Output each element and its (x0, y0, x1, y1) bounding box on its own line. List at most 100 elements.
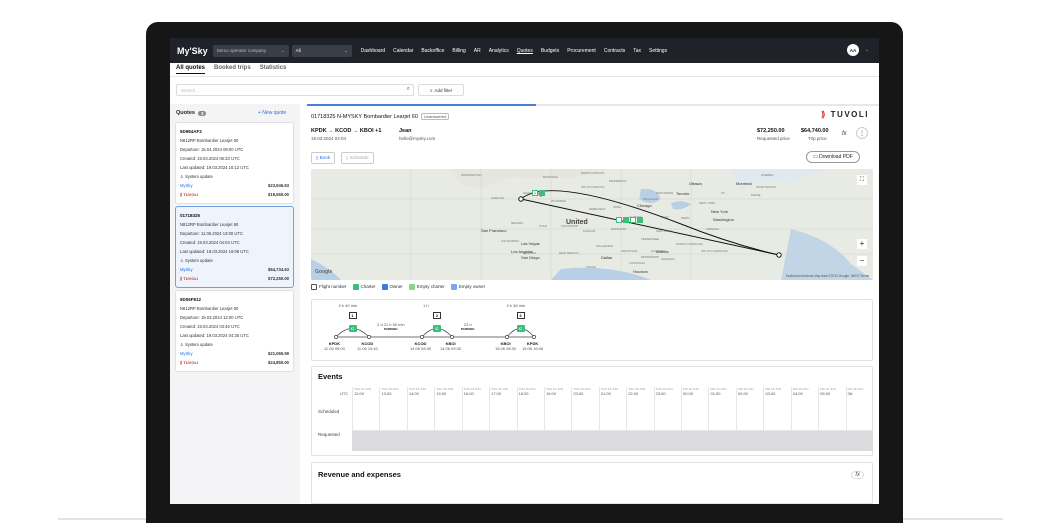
leg-number[interactable]: 1 (348, 312, 357, 319)
schedule-button[interactable]: ▯ Schedule (341, 152, 374, 164)
scope-select[interactable]: All ⌄ (291, 44, 352, 57)
charter-badge[interactable]: C (348, 325, 357, 332)
events-grid[interactable]: THU 15 JUN 12:00 THU 15 JUN 13:00 THU 15 JUN… (352, 387, 873, 451)
map-label: GEORGIA (661, 257, 676, 261)
zoom-in-button[interactable]: + (857, 239, 867, 249)
mysky-price: $64,734.63 (268, 267, 289, 272)
quote-card[interactable]: 5D984AF3 N812RP Bombardier Learjet 60 Depa… (175, 122, 294, 204)
route-map[interactable]: WASHINGTON MONTANA NORTH DAKOTA MINNESOTA OR… (311, 169, 873, 280)
origin-node[interactable]: KPDK 11.06 09:00 (324, 341, 345, 351)
requested-row-fill (352, 431, 873, 451)
zoom-out-button[interactable]: − (857, 256, 867, 266)
quote-tabs: All quotes Booked trips Statistics (176, 65, 286, 74)
user-icon: ♙ (180, 258, 184, 263)
nav-item-billing[interactable]: Billing (452, 48, 465, 54)
legend-label: Empty charter (416, 284, 445, 290)
quote-card[interactable]: 9D06F812 N812RP Bombardier Learjet 60 Depa… (175, 290, 294, 372)
charter-marker[interactable] (637, 217, 643, 223)
destination-node[interactable]: KPDK 15.06 16:08 (522, 341, 543, 351)
quote-id: 9D06F812 (180, 297, 202, 302)
nav-item-contracts[interactable]: Contracts (604, 48, 625, 54)
map-label: MAINE (751, 193, 761, 197)
nav-item-settings[interactable]: Settings (649, 48, 667, 54)
nav-item-backoffice[interactable]: Backoffice (421, 48, 444, 54)
map-label: Washington (713, 217, 734, 222)
mysky-price-row: MySky $23,946.63 (180, 181, 289, 190)
search-input[interactable]: Search... ⌕ (176, 84, 414, 96)
nav-item-analytics[interactable]: Analytics (489, 48, 509, 54)
avatar[interactable]: AA (847, 44, 859, 56)
map-label: San Diego (521, 255, 540, 260)
charter-marker[interactable] (623, 217, 629, 223)
more-options-button[interactable]: ⋮ (856, 127, 868, 139)
download-pdf-button[interactable]: ▭ Download PDF (806, 151, 860, 163)
flight-number-marker[interactable] (616, 217, 622, 223)
column-time: 01:00 (710, 391, 721, 396)
search-icon[interactable]: ⌕ (407, 86, 410, 93)
mysky-price: $21,065.59 (268, 351, 289, 356)
company-select[interactable]: Demo operator company ⌄ (212, 44, 289, 57)
charter-badge[interactable]: C (433, 325, 441, 332)
leg-duration: 1 h (423, 303, 429, 308)
column-time: 21:00 (600, 391, 611, 396)
map-label: SOUTH DAKOTA (581, 185, 605, 189)
flight-number-marker[interactable] (630, 217, 636, 223)
leg-number[interactable]: 3 (516, 312, 525, 319)
tuvoli-price-row: ⟫ TUVOLI $72,250.00 (180, 274, 289, 283)
tuvoli-price: $24,850.00 (268, 360, 289, 365)
nav-item-procurement[interactable]: Procurement (567, 48, 596, 54)
tuvoli-label-text: TUVOLI (183, 360, 199, 365)
book-button[interactable]: ▯ Book (311, 152, 336, 164)
column-time: 06: (847, 391, 854, 396)
tab-booked-trips[interactable]: Booked trips (214, 65, 251, 74)
legend-label: Charter (360, 284, 376, 290)
tab-statistics[interactable]: Statistics (260, 65, 287, 74)
origin-node[interactable]: KCOD 14.06 08:30 (410, 341, 431, 351)
map-label: TEXAS (586, 265, 596, 269)
fx-button[interactable]: fx (842, 131, 847, 137)
charter-marker[interactable] (539, 190, 545, 196)
map-label: WYOMING (551, 199, 566, 203)
tab-all-quotes[interactable]: All quotes (176, 65, 206, 74)
revenue-title: Revenue and expenses (318, 470, 401, 479)
update-user: ♙ System update (180, 340, 289, 349)
nav-item-calendar[interactable]: Calendar (393, 48, 413, 54)
nav-item-ar[interactable]: AR (474, 48, 481, 54)
add-filter-button[interactable]: ≡ Add filter (418, 84, 464, 96)
map-attribution[interactable]: Keyboard shortcuts Map data ©2024 Google… (786, 274, 869, 278)
last-updated: Last updated: 19.03.2024 16:12 UTC (180, 165, 249, 170)
mysky-label: MySky (180, 267, 193, 272)
leg-duration: 3 h 38 min (506, 303, 526, 308)
origin-node[interactable]: KBOI 15.06 08:30 (495, 341, 516, 351)
requested-price-label: Requested price (757, 136, 790, 141)
map-label: QUEBEC (761, 173, 774, 177)
new-quote-button[interactable]: + New quote (258, 110, 286, 116)
flight-number-marker[interactable]: 1 (532, 190, 538, 196)
revenue-fx-button[interactable]: fx (851, 471, 864, 479)
destination-node[interactable]: KCOD 11.06 13:40 (357, 341, 378, 351)
route-summary: KPDK → KCOD → KBOI +1 (311, 128, 382, 134)
nav-item-budgets[interactable]: Budgets (541, 48, 559, 54)
map-label: NORTH CAROLINA (676, 242, 703, 246)
app-logo[interactable]: My'Sky (177, 46, 208, 56)
chevron-down-icon[interactable]: ⌄ (865, 47, 869, 53)
row-label-requested: Requested (318, 432, 340, 437)
nav-item-quotes[interactable]: Quotes (517, 48, 533, 54)
map-label: OKLAHOMA (596, 244, 614, 248)
map-label: Houston (633, 269, 648, 274)
quote-card[interactable]: 01718325 N812RP Bombardier Learjet 60 Depa… (175, 206, 294, 288)
status-badge: Unanswered (420, 113, 450, 120)
nav-item-tax[interactable]: Tax (633, 48, 641, 54)
column-time: 13:00 (381, 391, 392, 396)
destination-node[interactable]: KBOI 14.06 09:30 (440, 341, 461, 351)
timezone-label: UTC (340, 391, 349, 396)
map-label: NORTH DAKOTA (581, 171, 605, 175)
fullscreen-icon[interactable]: ⛶ (857, 175, 867, 185)
leg-number[interactable]: 2 (433, 312, 441, 319)
nav-item-dashboard[interactable]: Dashboard (361, 48, 385, 54)
passenger-email[interactable]: hello@mysky.com (399, 136, 435, 141)
parking-label: PARKING (383, 327, 398, 331)
charter-badge[interactable]: C (516, 325, 525, 332)
column-time: 23:00 (655, 391, 666, 396)
user-icon: ♙ (180, 342, 184, 347)
